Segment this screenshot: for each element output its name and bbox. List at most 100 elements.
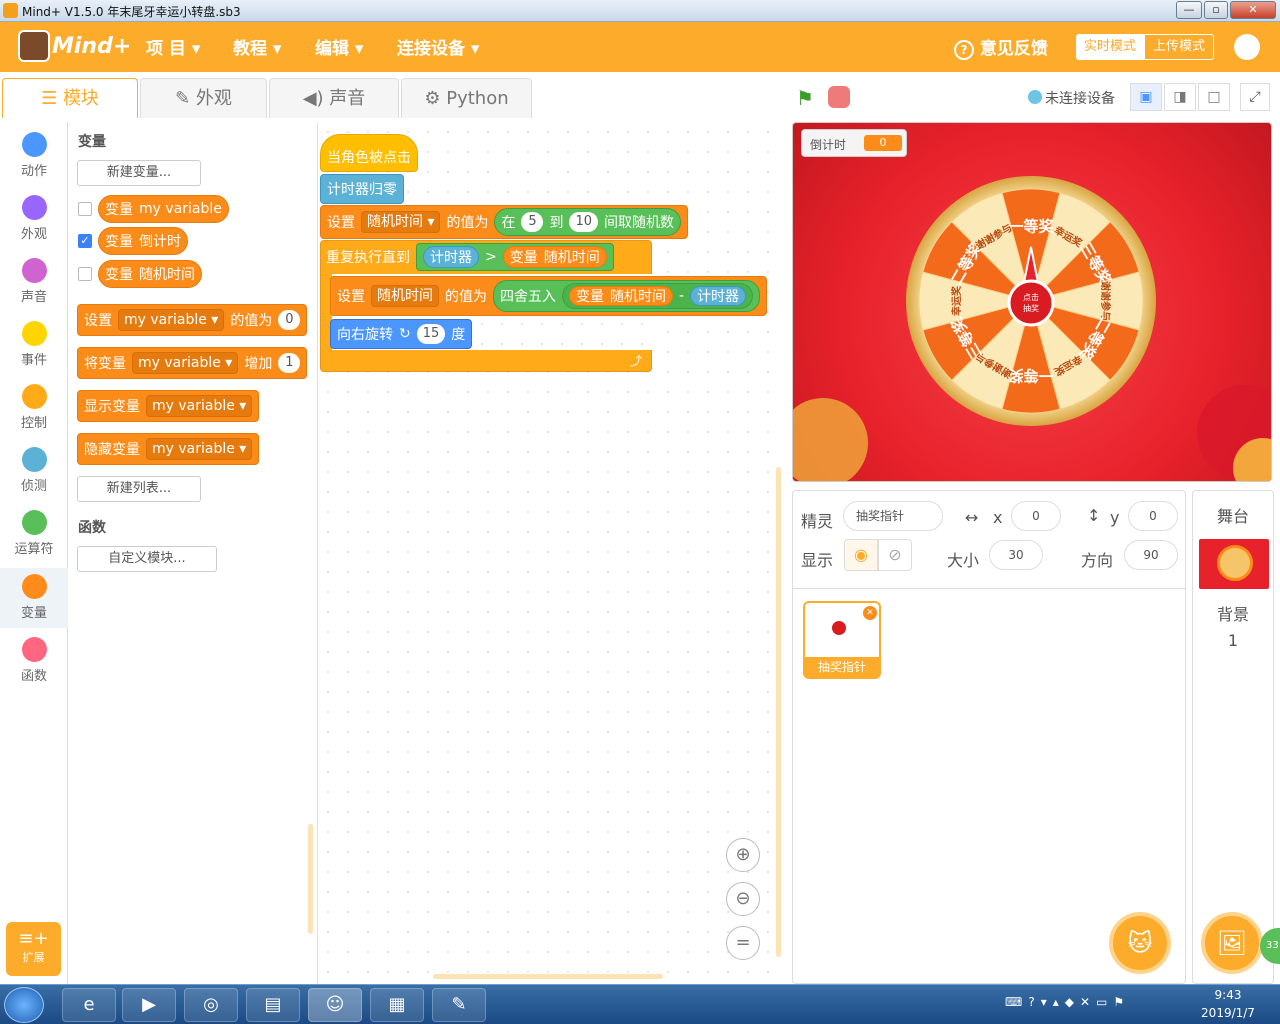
zoom-reset-icon[interactable]: = [726,926,760,960]
checkbox-random-time[interactable] [78,267,92,281]
menu-connect-device[interactable]: 连接设备 ▾ [397,34,479,59]
tab-blocks[interactable]: ☰ 模块 [2,78,138,118]
reporter-my-variable[interactable]: 变量 my variable [98,195,229,223]
green-flag-icon[interactable]: ⚑ [796,86,818,110]
x-input[interactable]: 0 [1011,501,1061,531]
media-taskbar-icon[interactable]: ▶ [122,988,176,1022]
sprite-name-input[interactable]: 抽奖指针 [843,501,943,531]
block-palette: 变量 新建变量... 变量 my variable ✓ 变量 倒计时 变量 随机时间 … [68,122,318,984]
zoom-in-icon[interactable]: ⊕ [726,838,760,872]
round-block[interactable]: 四舍五入 变量 随机时间 - 计时器 [493,280,761,312]
category-functions[interactable]: 函数 [0,637,68,684]
menu-tutorial[interactable]: 教程 ▾ [233,34,281,59]
wheel-center-button[interactable] [1007,279,1055,327]
looks-dot-icon [21,195,47,220]
direction-input[interactable]: 90 [1124,540,1178,570]
make-block-button[interactable]: 自定义模块... [77,546,217,572]
random-time-reporter[interactable]: 变量 随机时间 [502,246,607,268]
palette-scrollbar[interactable] [308,824,313,934]
category-events[interactable]: 事件 [0,321,68,368]
category-looks[interactable]: 外观 [0,195,68,242]
hide-eye-icon[interactable]: ⊘ [878,539,912,571]
reporter-countdown[interactable]: 变量 倒计时 [98,227,188,255]
category-operators[interactable]: 运算符 [0,510,68,557]
set-variable-block[interactable]: 设置 my variable ▾ 的值为 0 [77,304,308,336]
new-list-button[interactable]: 新建列表... [77,476,201,502]
mindplus-taskbar-icon[interactable]: ☺ [308,988,362,1022]
subtract-block[interactable]: 变量 随机时间 - 计时器 [562,283,754,309]
stop-icon[interactable] [828,86,850,108]
feedback-button[interactable]: ? 意见反馈 [954,34,1048,60]
small-stage-icon[interactable]: ▣ [1130,83,1162,111]
hide-variable-block[interactable]: 隐藏变量 my variable ▾ [77,433,260,465]
workspace-vscrollbar[interactable] [776,467,781,957]
chrome-taskbar-icon[interactable]: ◎ [184,988,238,1022]
size-input[interactable]: 30 [989,540,1043,570]
reporter-random-time[interactable]: 变量 随机时间 [98,260,202,288]
category-control[interactable]: 控制 [0,384,68,431]
close-button[interactable]: ✕ [1230,1,1276,19]
minimize-button[interactable]: — [1176,1,1202,19]
timer-reporter[interactable]: 计时器 [423,246,479,268]
fullscreen-icon[interactable]: ⤢ [1240,83,1270,111]
script-workspace[interactable]: 当角色被点击 计时器归零 设置 随机时间 ▾ 的值为 在 5 到 10 间取随机数 重复执行… [318,122,784,984]
maximize-button[interactable]: ▫ [1204,1,1228,19]
workspace-hscrollbar[interactable] [433,974,663,979]
wheel-segment-label: 幸运奖 [950,285,963,316]
add-backdrop-icon[interactable]: 🖼 [1201,912,1263,974]
size-label: 大小 [947,551,980,570]
reset-timer-block[interactable]: 计时器归零 [320,174,404,204]
category-sensing[interactable]: 侦测 [0,447,68,494]
checkbox-countdown[interactable]: ✓ [78,234,92,248]
ie-taskbar-icon[interactable]: e [62,988,116,1022]
show-eye-icon[interactable]: ◉ [844,539,878,571]
zoom-out-icon[interactable]: ⊖ [726,882,760,916]
gear-icon[interactable] [1234,34,1260,60]
y-input[interactable]: 0 [1128,501,1178,531]
hide-stage-icon[interactable]: □ [1198,83,1230,111]
explorer-taskbar-icon[interactable]: ▤ [246,988,300,1022]
repeat-until-header[interactable]: 重复执行直到 计时器 > 变量 随机时间 [320,240,620,274]
paint-taskbar-icon[interactable]: ✎ [432,988,486,1022]
sprite-pointer-icon [832,621,846,635]
pick-random-block[interactable]: 在 5 到 10 间取随机数 [494,208,682,236]
category-variables[interactable]: 变量 [0,568,68,628]
upload-mode-button[interactable]: 上传模式 [1144,34,1214,60]
prize-wheel: 一等奖幸运奖三等奖谢谢参与二等奖幸运奖一等奖谢谢参与三等奖幸运奖二等奖谢谢参与 … [793,176,1271,481]
checkbox-my-variable[interactable] [78,202,92,216]
set-countdown-block[interactable]: 设置 随机时间 的值为 四舍五入 变量 随机时间 - 计时器 [330,276,768,316]
category-motion[interactable]: 动作 [0,132,68,179]
menu-edit[interactable]: 编辑 ▾ [315,34,363,59]
stage-canvas[interactable]: 倒计时 0 一等奖 幸运奖 三等奖 谢谢参与 二等奖 幸运奖 一等奖 谢谢参与 三等奖 幸运奖 二等… [792,122,1272,482]
extension-button[interactable]: ≡+ 扩展 [6,922,61,976]
start-button[interactable] [4,987,44,1023]
category-sound[interactable]: 声音 [0,258,68,305]
loop-arrow-icon: ⤴ [630,354,643,368]
backdrop-thumbnail[interactable] [1199,539,1269,589]
normal-stage-icon[interactable]: ◨ [1164,83,1196,111]
show-variable-block[interactable]: 显示变量 my variable ▾ [77,390,260,422]
clock-date[interactable]: 2019/1/7 [1196,1006,1260,1020]
clock-time[interactable]: 9:43 [1200,988,1256,1002]
timer-reporter[interactable]: 计时器 [690,286,747,306]
functions-dot-icon [21,637,47,662]
system-tray-icons[interactable]: ⌨?▾▴◆✕▭⚑ [1005,995,1130,1009]
random-time-reporter[interactable]: 变量 随机时间 [569,286,673,306]
sprite-thumbnail[interactable]: ✕ 抽奖指针 [803,601,881,679]
stage-select-pane[interactable]: 舞台 背景 1 🖼 [1192,490,1274,984]
hat-when-sprite-clicked[interactable]: 当角色被点击 [320,134,418,172]
menu-project[interactable]: 项 目 ▾ [146,34,200,59]
turn-right-block[interactable]: 向右旋转 ↻ 15 度 [330,319,473,349]
tab-python[interactable]: ⚙ Python [401,78,532,118]
tab-looks[interactable]: ✎ 外观 [140,78,267,118]
live-mode-button[interactable]: 实时模式 [1076,34,1144,60]
change-variable-block[interactable]: 将变量 my variable ▾ 增加 1 [77,347,308,379]
y-arrow-icon: ↕ [1087,506,1101,525]
set-random-time-block[interactable]: 设置 随机时间 ▾ 的值为 在 5 到 10 间取随机数 [320,205,689,239]
tab-sounds[interactable]: ◀) 声音 [269,78,399,118]
new-variable-button[interactable]: 新建变量... [77,160,201,186]
delete-sprite-icon[interactable]: ✕ [863,606,877,620]
greater-than-block[interactable]: 计时器 > 变量 随机时间 [416,243,614,271]
photo-taskbar-icon[interactable]: ▦ [370,988,424,1022]
add-sprite-cat-icon[interactable]: 🐱 [1109,912,1171,974]
